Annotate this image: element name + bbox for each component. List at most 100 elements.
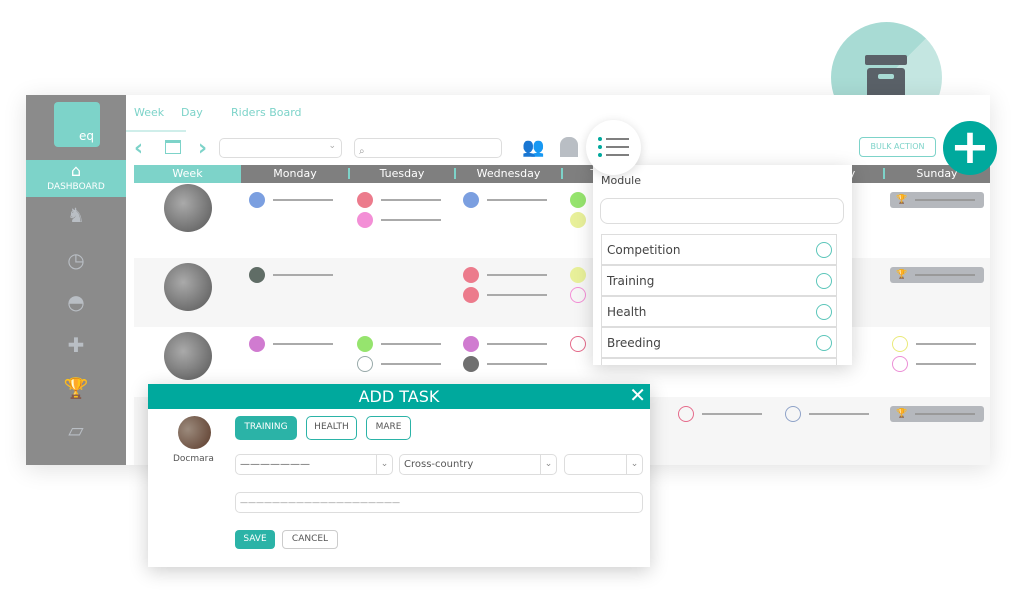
task-item[interactable] xyxy=(785,406,869,422)
stable-icon[interactable] xyxy=(560,137,578,157)
search-input[interactable]: ⌕ xyxy=(354,138,502,158)
task-text-placeholder xyxy=(916,343,976,345)
module-menu-button[interactable] xyxy=(586,120,641,175)
module-option-breeding[interactable]: Breeding xyxy=(601,327,837,358)
module-option-more[interactable] xyxy=(601,358,837,365)
description-input[interactable]: ———————————————————— xyxy=(235,492,643,513)
task-color-dot xyxy=(357,192,373,208)
list-icon xyxy=(598,137,629,157)
task-item[interactable] xyxy=(357,192,441,208)
column-header-tuesday: Tuesday xyxy=(379,167,425,180)
task-color-dot xyxy=(249,192,265,208)
sidebar-item-label: DASHBOARD xyxy=(47,182,105,192)
task-color-dot xyxy=(249,336,265,352)
task-item[interactable] xyxy=(357,336,441,352)
bulk-action-button[interactable]: BULK ACTION xyxy=(859,137,936,157)
task-color-dot xyxy=(357,356,373,372)
task-item[interactable] xyxy=(892,336,976,352)
task-item[interactable] xyxy=(892,356,976,372)
cancel-button[interactable]: CANCEL xyxy=(282,530,338,549)
task-item[interactable] xyxy=(463,267,547,283)
task-color-dot xyxy=(463,267,479,283)
column-separator xyxy=(348,168,350,179)
option-label: Competition xyxy=(607,243,681,257)
task-text-placeholder xyxy=(273,199,333,201)
horse-head-icon[interactable]: ♞ xyxy=(60,199,92,231)
close-icon[interactable]: ✕ xyxy=(629,383,646,408)
tab-week[interactable]: Week xyxy=(134,106,164,119)
tab-riders-board[interactable]: Riders Board xyxy=(231,106,302,119)
task-text-placeholder xyxy=(915,274,976,276)
task-item[interactable] xyxy=(249,192,333,208)
trophy-icon[interactable]: 🏆 xyxy=(60,372,92,404)
type-training-button[interactable]: TRAINING xyxy=(235,416,297,440)
task-item[interactable] xyxy=(463,336,547,352)
competition-badge[interactable]: 🏆 xyxy=(890,406,984,422)
radio-button[interactable] xyxy=(816,335,832,351)
type-health-button[interactable]: HEALTH xyxy=(306,416,357,440)
riding-helmet-icon[interactable]: ◓ xyxy=(60,286,92,318)
competition-badge[interactable]: 🏆 xyxy=(890,267,984,283)
app-logo[interactable]: eq xyxy=(54,102,100,147)
horse-avatar[interactable] xyxy=(164,332,212,380)
task-color-dot xyxy=(570,336,586,352)
horse-select[interactable]: ⌄ xyxy=(219,138,342,158)
add-task-button[interactable]: + xyxy=(943,121,997,175)
task-color-dot xyxy=(463,336,479,352)
column-separator xyxy=(454,168,456,179)
task-color-dot xyxy=(570,212,586,228)
option-label: Health xyxy=(607,305,647,319)
task-color-dot xyxy=(357,212,373,228)
riders-icon[interactable]: 👥 xyxy=(522,137,544,158)
active-tab-indicator xyxy=(126,130,186,132)
column-separator xyxy=(883,168,885,179)
module-search-input[interactable] xyxy=(600,198,844,224)
task-select-3[interactable]: ⌄ xyxy=(564,454,643,475)
task-item[interactable] xyxy=(463,356,547,372)
modal-header: ADD TASK ✕ xyxy=(148,383,650,409)
type-mare-button[interactable]: MARE xyxy=(366,416,411,440)
task-color-dot xyxy=(570,192,586,208)
stopwatch-icon[interactable]: ◷ xyxy=(60,244,92,276)
task-item[interactable] xyxy=(463,287,547,303)
task-item[interactable] xyxy=(463,192,547,208)
task-text-placeholder xyxy=(487,294,547,296)
task-color-dot xyxy=(463,287,479,303)
competition-badge[interactable]: 🏆 xyxy=(890,192,984,208)
radio-button[interactable] xyxy=(816,273,832,289)
task-text-placeholder xyxy=(273,274,333,276)
task-color-dot xyxy=(785,406,801,422)
task-color-dot xyxy=(570,287,586,303)
horse-avatar[interactable] xyxy=(164,263,212,311)
calendar-icon[interactable] xyxy=(165,140,181,154)
logo-text: eq xyxy=(79,129,94,143)
sidebar-item-dashboard[interactable]: ⌂ DASHBOARD xyxy=(26,160,126,197)
module-option-competition[interactable]: Competition xyxy=(601,234,837,265)
discipline-select[interactable]: Cross-country ⌄ xyxy=(399,454,557,475)
radio-button[interactable] xyxy=(816,304,832,320)
task-text-placeholder xyxy=(916,363,976,365)
task-text-placeholder xyxy=(702,413,762,415)
task-item[interactable] xyxy=(678,406,762,422)
task-item[interactable] xyxy=(357,356,441,372)
task-item[interactable] xyxy=(357,212,441,228)
radio-button[interactable] xyxy=(816,242,832,258)
option-label: Breeding xyxy=(607,336,661,350)
module-option-health[interactable]: Health xyxy=(601,296,837,327)
task-item[interactable] xyxy=(249,267,333,283)
module-option-training[interactable]: Training xyxy=(601,265,837,296)
tab-day[interactable]: Day xyxy=(181,106,203,119)
folder-icon[interactable]: ▱ xyxy=(60,414,92,446)
plus-icon: + xyxy=(949,119,991,175)
task-text-placeholder xyxy=(487,274,547,276)
horse-avatar[interactable] xyxy=(164,184,212,232)
horse-name: Docmara xyxy=(173,454,214,464)
next-week-button[interactable]: › xyxy=(198,136,207,161)
save-button[interactable]: SAVE xyxy=(235,530,275,549)
task-text-placeholder xyxy=(487,199,547,201)
task-item[interactable] xyxy=(249,336,333,352)
task-select-1[interactable]: ——————— ⌄ xyxy=(235,454,393,475)
chevron-down-icon: ⌄ xyxy=(540,455,556,474)
medical-cross-icon[interactable]: ✚ xyxy=(60,329,92,361)
prev-week-button[interactable]: ‹ xyxy=(134,136,143,161)
